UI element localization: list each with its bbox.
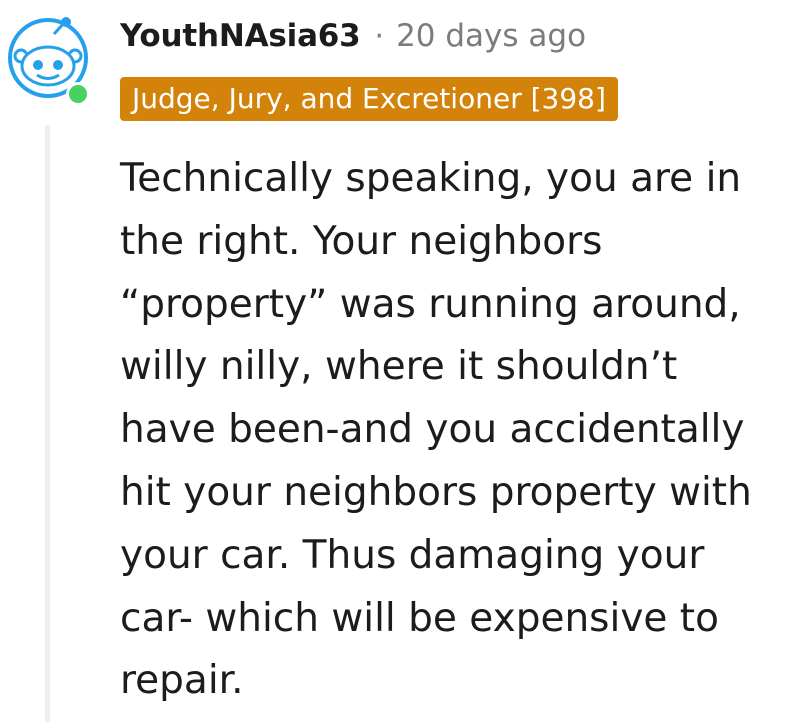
comment-text-line: “property” was running around, <box>120 281 741 327</box>
comment-text-line: repair. <box>120 658 244 704</box>
comment-text-line: hit your neighbors property with <box>120 469 752 515</box>
user-avatar[interactable] <box>8 14 94 106</box>
meta-separator: · <box>374 18 385 54</box>
comment-timestamp[interactable]: 20 days ago <box>396 18 586 54</box>
user-flair-badge: Judge, Jury, and Excretioner [398] <box>120 77 618 121</box>
comment-text-line: your car. Thus damaging your <box>120 532 705 578</box>
thread-collapse-line[interactable] <box>45 125 50 722</box>
username-link[interactable]: YouthNAsia63 <box>120 18 361 54</box>
comment-text-line: have been-and you accidentally <box>120 407 745 453</box>
comment-text-line: willy nilly, where it shouldn’t <box>120 344 678 390</box>
comment-text-line: car- which will be expensive to <box>120 595 719 641</box>
comment: YouthNAsia63 · 20 days ago Judge, Jury, … <box>0 0 807 722</box>
online-dot-icon <box>66 82 90 106</box>
comment-text-line: Technically speaking, you are in <box>120 156 742 201</box>
comment-header: YouthNAsia63 · 20 days ago <box>120 14 586 58</box>
comment-text-line: the right. Your neighbors <box>120 218 603 264</box>
comment-body: Technically speaking, you are in the rig… <box>120 148 790 713</box>
